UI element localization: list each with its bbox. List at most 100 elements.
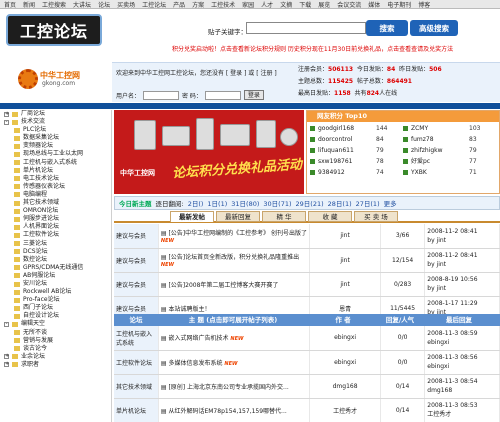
topic-title[interactable]: 多媒体信息发布系统 [168, 360, 222, 367]
topic-title[interactable]: 从红外解码话EM78p154,157,159哪替代... [168, 408, 286, 415]
forum-link[interactable]: 自控设计论坛 [0, 312, 111, 320]
row-author[interactable]: dmg168 [309, 374, 381, 399]
row-forum[interactable]: 建议与会员 [114, 224, 159, 249]
nav-link[interactable]: 产品 [173, 0, 185, 9]
login-button[interactable]: 登录 [243, 90, 264, 100]
forum-link[interactable]: 现场总线与工业以太网 [0, 150, 111, 158]
password-input[interactable] [204, 90, 241, 100]
nav-link[interactable]: 展览 [318, 0, 330, 9]
nav-link[interactable]: 人才 [261, 0, 273, 9]
forum-link[interactable]: 安川论坛 [0, 280, 111, 288]
forum-link[interactable]: 谈古论今 [0, 345, 111, 353]
nav-link[interactable]: 买卖场 [117, 0, 135, 9]
last-reply-user[interactable]: by jint [427, 236, 497, 245]
tab-3[interactable]: 收 藏 [308, 211, 352, 222]
last-reply-user[interactable]: 工控秀才 [427, 410, 497, 419]
top10-item[interactable]: ZCMY 103 [403, 123, 496, 134]
advanced-search-button[interactable]: 高级搜索 [410, 20, 458, 36]
forum-link[interactable]: 单片机论坛 [0, 167, 111, 175]
row-author[interactable]: jint [309, 272, 381, 297]
forum-link[interactable]: 数据采集论坛 [0, 134, 111, 142]
forum-category[interactable]: + 业余论坛 [0, 353, 111, 361]
top10-item[interactable]: fumz78 83 [403, 134, 496, 145]
forum-link[interactable]: 工控机与嵌入式系统 [0, 159, 111, 167]
row-forum[interactable]: 建议与会员 [114, 272, 159, 297]
row-forum[interactable]: 单片机论坛 [114, 398, 159, 422]
forum-link[interactable]: 电工技术论坛 [0, 175, 111, 183]
top10-item[interactable]: 9384912 74 [310, 167, 403, 178]
row-title[interactable]: ▤ 多媒体信息发布系统 NEW [158, 350, 311, 375]
forum-link[interactable]: 无所不谈 [0, 329, 111, 337]
row-forum[interactable]: 其它技术领域 [114, 374, 159, 399]
date-link[interactable]: 2日() [188, 198, 204, 208]
nav-link[interactable]: 工控搜索 [42, 0, 66, 9]
nav-link[interactable]: 工控技术 [211, 0, 235, 9]
row-author[interactable]: ebingxi [309, 350, 381, 375]
forum-link[interactable]: 数控论坛 [0, 256, 111, 264]
last-reply-user[interactable]: by jint [427, 260, 497, 269]
nav-link[interactable]: 电子期刊 [387, 0, 411, 9]
tab-0[interactable]: 最新发帖 [170, 211, 214, 222]
forum-link[interactable]: 传感器仪表论坛 [0, 183, 111, 191]
forum-link[interactable]: 电脑编程 [0, 191, 111, 199]
last-reply-user[interactable]: by jint [427, 284, 497, 293]
top10-item[interactable]: lifuquan611 79 [310, 145, 403, 156]
forum-link[interactable]: AB伺服论坛 [0, 272, 111, 280]
expand-icon[interactable]: + [4, 354, 9, 360]
date-link[interactable]: 29日(21) [296, 198, 324, 208]
topic-title[interactable]: 嵌入式网络广告机技术 [168, 335, 228, 342]
forum-category[interactable]: - 编辑天空 [0, 320, 111, 328]
row-author[interactable]: ebingxi [309, 326, 381, 351]
promo-banner[interactable]: 中华工控网 论坛积分兑换礼品活动 [114, 110, 304, 194]
username-input[interactable] [143, 90, 180, 100]
notice-text[interactable]: 积分兑奖启动啦！点击查看新论坛积分规则 历史积分现在11月30日前兑换礼品，点击… [172, 44, 492, 53]
nav-link[interactable]: 论坛 [98, 0, 110, 9]
nav-link[interactable]: 方案 [192, 0, 204, 9]
row-title[interactable]: ▤ [公告]2008年第二届工控博客大赛开赛了 [158, 272, 311, 297]
collapse-icon[interactable]: - [4, 119, 9, 125]
row-title[interactable]: ▤ [公告]论坛首页全新改版，积分兑换礼品隆重推出 NEW [158, 248, 311, 273]
tab-4[interactable]: 买 卖 场 [354, 211, 398, 222]
row-author[interactable]: jint [309, 248, 381, 273]
top10-item[interactable]: goodgirl168 144 [310, 123, 403, 134]
forum-link[interactable]: 工控软件论坛 [0, 231, 111, 239]
nav-link[interactable]: 文摘 [280, 0, 292, 9]
row-author[interactable]: jint [309, 224, 381, 249]
search-input[interactable] [246, 22, 366, 34]
forum-link[interactable]: 其它技术领域 [0, 199, 111, 207]
row-forum[interactable]: 工控机与嵌入式系统 [114, 326, 159, 351]
date-link[interactable]: 1日(1) [207, 198, 227, 208]
row-forum[interactable]: 工控软件论坛 [114, 350, 159, 375]
last-reply-user[interactable]: ebingxi [427, 362, 497, 371]
topic-title[interactable]: [公告]中华工控网编制的《工控参考》 创刊号出版了 [168, 230, 307, 237]
forum-link[interactable]: DCS论坛 [0, 248, 111, 256]
last-reply-user[interactable]: dmg168 [427, 386, 497, 395]
date-link[interactable]: 28日(1) [328, 198, 352, 208]
top10-item[interactable]: zhifzhigkw 79 [403, 145, 496, 156]
nav-link[interactable]: 会议交流 [337, 0, 361, 9]
expand-icon[interactable]: + [4, 111, 9, 117]
nav-link[interactable]: 博客 [418, 0, 430, 9]
forum-link[interactable]: 营销与发展 [0, 337, 111, 345]
date-link[interactable]: 30日(71) [263, 198, 291, 208]
nav-link[interactable]: 媒体 [368, 0, 380, 9]
expand-icon[interactable]: + [4, 362, 9, 368]
date-link[interactable]: 27日(1) [356, 198, 380, 208]
forum-link[interactable]: Rockwell AB论坛 [0, 288, 111, 296]
search-button[interactable]: 搜索 [366, 20, 408, 36]
nav-link[interactable]: 下载 [299, 0, 311, 9]
topic-title[interactable]: [公告]论坛首页全新改版，积分兑换礼品隆重推出 [168, 254, 299, 261]
collapse-icon[interactable]: - [4, 321, 9, 327]
nav-link[interactable]: 大讲坛 [73, 0, 91, 9]
topic-title[interactable]: 本站诚聘版主！ [168, 306, 210, 313]
date-link[interactable]: 31日(80) [231, 198, 259, 208]
nav-link[interactable]: 家园 [242, 0, 254, 9]
forum-link[interactable]: OMRON论坛 [0, 207, 111, 215]
site-logo[interactable]: 中华工控网 gkong.com [18, 68, 98, 90]
today-topics-link[interactable]: 今日新主题 [119, 198, 152, 208]
row-author[interactable]: 工控秀才 [309, 398, 381, 422]
row-title[interactable]: ▤ 嵌入式网络广告机技术 NEW [158, 326, 311, 351]
top10-item[interactable]: YXBK 71 [403, 167, 496, 178]
tab-1[interactable]: 最新回复 [216, 211, 260, 222]
row-title[interactable]: ▤ [公告]中华工控网编制的《工控参考》 创刊号出版了 NEW [158, 224, 311, 249]
